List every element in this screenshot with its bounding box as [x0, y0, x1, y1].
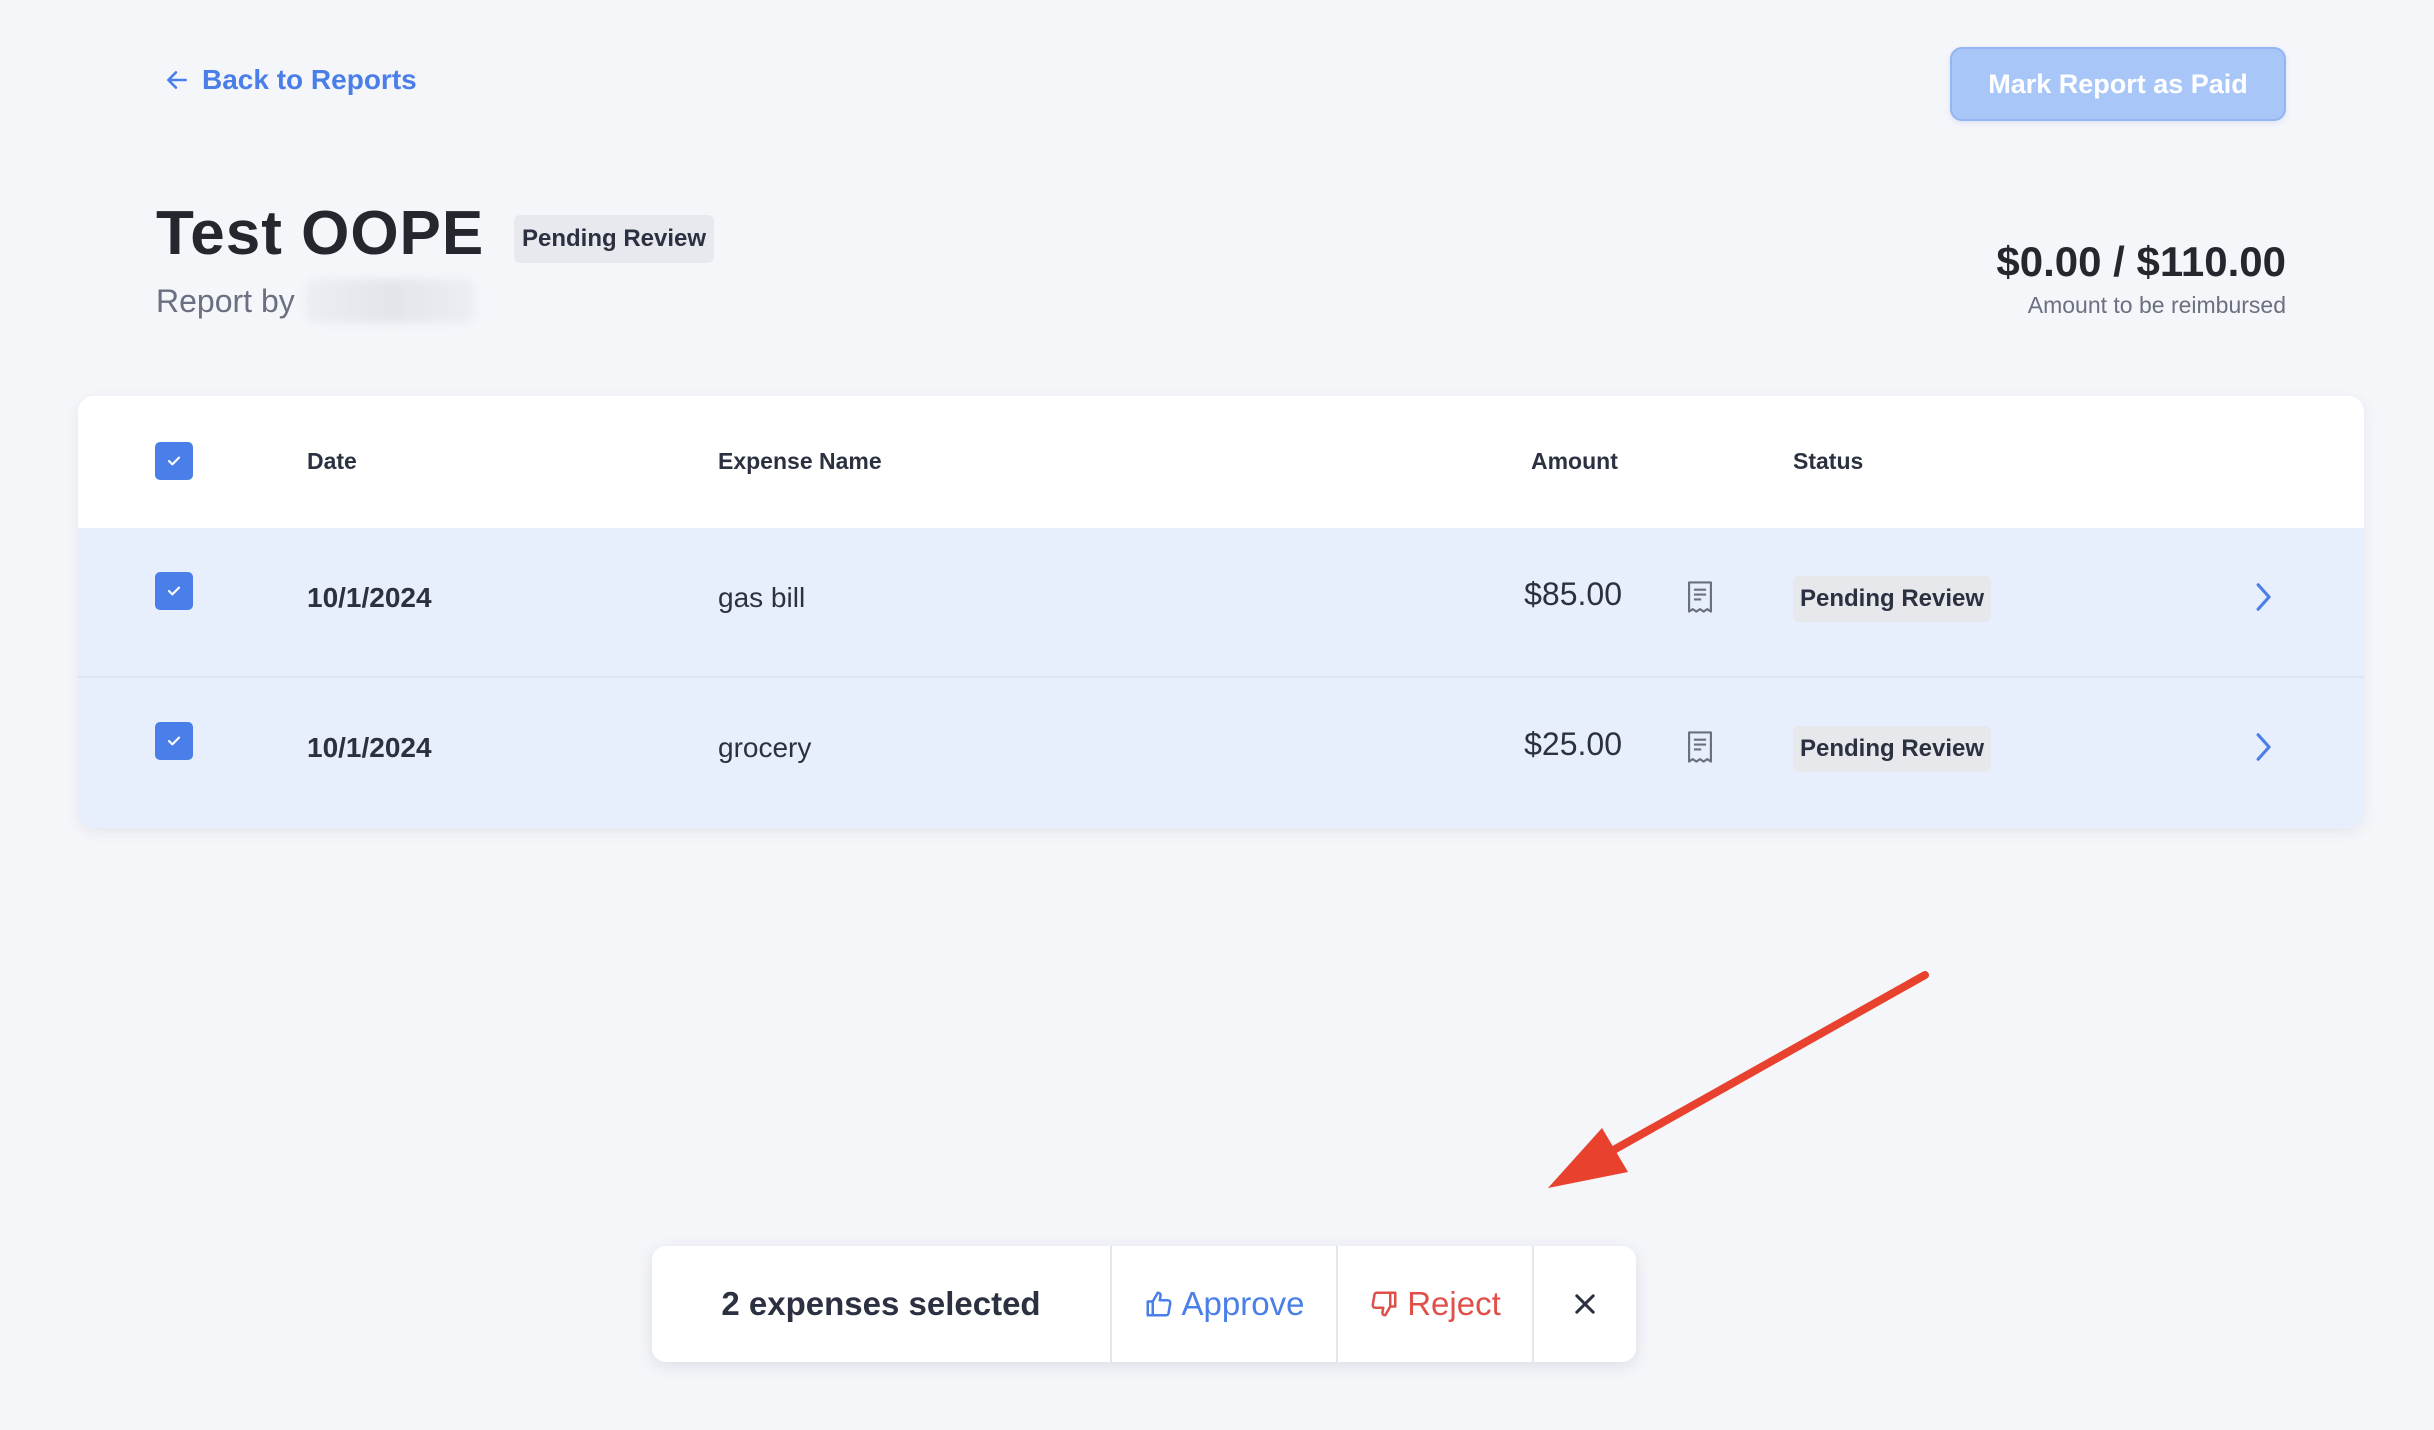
- back-to-reports-label: Back to Reports: [202, 64, 417, 95]
- receipt-icon[interactable]: [1685, 580, 1715, 614]
- reject-label: Reject: [1407, 1285, 1501, 1322]
- mark-report-as-paid-button[interactable]: Mark Report as Paid: [1950, 47, 2286, 121]
- column-header-amount[interactable]: Amount: [1531, 448, 1618, 475]
- row-checkbox[interactable]: [155, 722, 193, 760]
- thumbs-up-icon: [1146, 1291, 1172, 1317]
- row-date: 10/1/2024: [307, 582, 432, 613]
- select-all-checkbox[interactable]: [155, 442, 193, 480]
- close-action-bar-button[interactable]: [1534, 1246, 1636, 1362]
- row-expense-name: grocery: [718, 732, 812, 763]
- column-header-expense-name[interactable]: Expense Name: [718, 448, 882, 475]
- close-icon: [1575, 1294, 1595, 1314]
- bulk-action-bar: 2 expenses selected Approve Reject: [652, 1246, 1636, 1362]
- report-by: Report by: [156, 279, 475, 323]
- approve-label: Approve: [1181, 1285, 1305, 1322]
- expense-report-page: Back to Reports Mark Report as Paid Test…: [0, 0, 2434, 1430]
- chevron-right-icon[interactable]: [2250, 730, 2276, 764]
- receipt-icon[interactable]: [1685, 730, 1715, 764]
- report-status-badge: Pending Review: [514, 215, 715, 263]
- column-header-status[interactable]: Status: [1793, 448, 1863, 475]
- report-by-label: Report by: [156, 282, 295, 319]
- approve-button[interactable]: Approve: [1112, 1246, 1338, 1362]
- check-icon: [167, 456, 181, 466]
- amount-summary: $0.00 / $110.00: [1996, 238, 2286, 285]
- redacted-reporter-name: [304, 279, 475, 323]
- table-row[interactable]: 10/1/2024 gas bill $85.00 Pending Review: [78, 528, 2364, 678]
- expenses-table: Date Expense Name Amount Status 10/1/202…: [78, 396, 2364, 828]
- chevron-right-icon[interactable]: [2250, 580, 2276, 614]
- arrow-left-icon: [167, 71, 187, 89]
- row-amount: $25.00: [1524, 726, 1622, 762]
- row-date: 10/1/2024: [307, 732, 432, 763]
- reimbursement-summary: $0.00 / $110.00 Amount to be reimbursed: [1996, 238, 2286, 319]
- row-status-badge: Pending Review: [1793, 726, 1992, 772]
- row-expense-name: gas bill: [718, 582, 806, 613]
- row-amount: $85.00: [1524, 576, 1622, 612]
- report-title: Test OOPE: [156, 199, 485, 268]
- thumbs-down-icon: [1371, 1291, 1397, 1317]
- table-header: Date Expense Name Amount Status: [78, 396, 2364, 528]
- column-header-date[interactable]: Date: [307, 448, 357, 475]
- row-checkbox[interactable]: [155, 572, 193, 610]
- table-row[interactable]: 10/1/2024 grocery $25.00 Pending Review: [78, 678, 2364, 828]
- row-status-badge: Pending Review: [1793, 576, 1992, 622]
- amount-caption: Amount to be reimbursed: [2027, 292, 2286, 318]
- reject-button[interactable]: Reject: [1338, 1246, 1534, 1362]
- selected-count: 2 expenses selected: [652, 1246, 1112, 1362]
- back-to-reports-link[interactable]: Back to Reports: [164, 64, 417, 96]
- check-icon: [167, 736, 181, 746]
- check-icon: [167, 586, 181, 596]
